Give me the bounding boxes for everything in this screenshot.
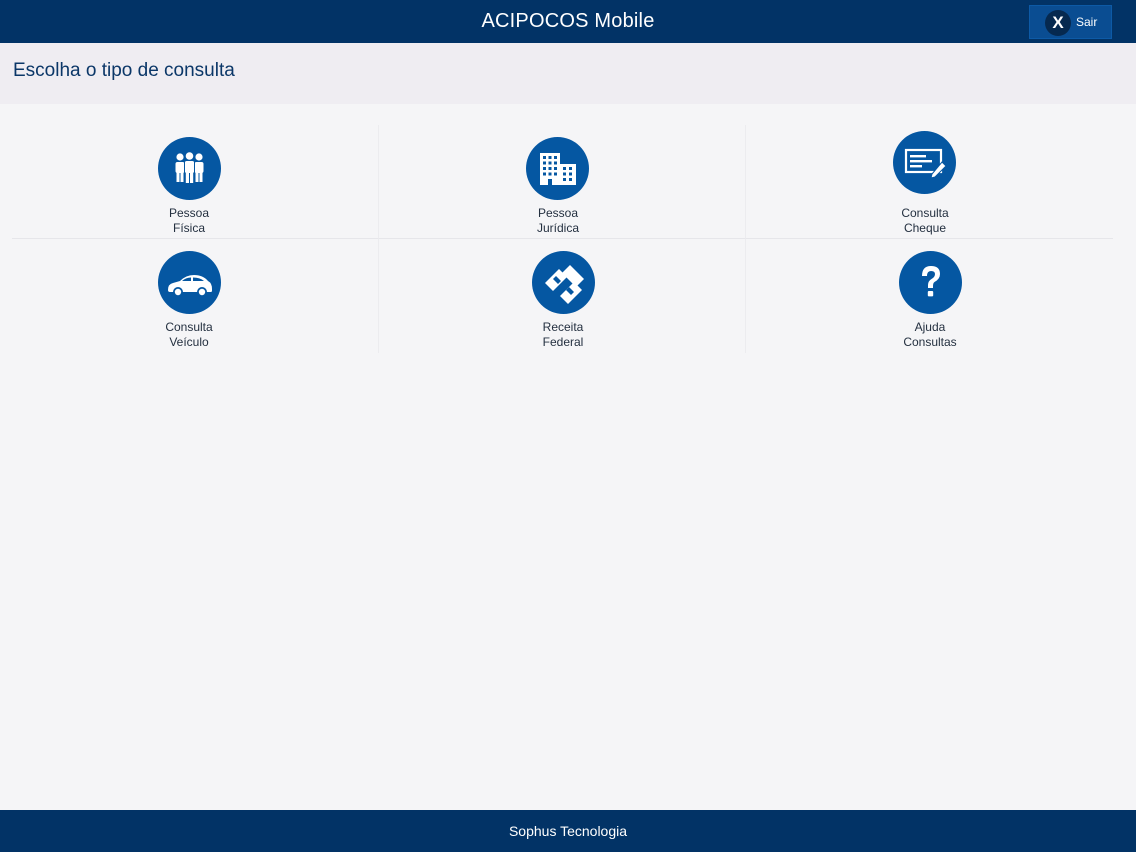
check-document-icon bbox=[893, 131, 956, 194]
tile-pessoa-fisica[interactable]: Pessoa Física bbox=[12, 125, 379, 239]
tile-label-line2: Veículo bbox=[169, 334, 209, 349]
buildings-icon bbox=[526, 137, 589, 200]
tile-label-line1: Pessoa bbox=[537, 206, 579, 220]
tile-label: Ajuda Consultas bbox=[855, 320, 1005, 349]
tile-label-line2: Consultas bbox=[903, 334, 957, 349]
tile-label: Consulta Cheque bbox=[850, 206, 1000, 235]
tile-label: Consulta Veículo bbox=[114, 320, 264, 349]
question-mark-icon bbox=[899, 251, 962, 314]
tile-consulta-veiculo[interactable]: Consulta Veículo bbox=[12, 239, 379, 353]
tile-receita-federal[interactable]: Receita Federal bbox=[379, 239, 746, 353]
car-icon bbox=[158, 251, 221, 314]
tile-label-line1: Ajuda bbox=[914, 320, 946, 334]
tile-ajuda-consultas[interactable]: Ajuda Consultas bbox=[746, 239, 1113, 353]
page-title: Escolha o tipo de consulta bbox=[13, 60, 235, 81]
tile-label-line1: Receita bbox=[542, 320, 584, 334]
tile-label-line2: Cheque bbox=[903, 220, 947, 235]
top-bar: ACIPOCOS Mobile X Sair bbox=[0, 0, 1136, 43]
tile-pessoa-juridica[interactable]: Pessoa Jurídica bbox=[379, 125, 746, 239]
tile-label-line1: Consulta bbox=[901, 206, 949, 220]
consulta-grid: Pessoa Física Pessoa Jurídica Consulta C… bbox=[12, 125, 1115, 356]
footer-text: Sophus Tecnologia bbox=[508, 823, 628, 839]
tile-label: Pessoa Física bbox=[114, 206, 264, 235]
tile-label-line1: Consulta bbox=[165, 320, 213, 334]
tile-label-line1: Pessoa bbox=[168, 206, 210, 220]
subheader: Escolha o tipo de consulta bbox=[0, 43, 1136, 104]
tile-label-line2: Física bbox=[172, 220, 205, 235]
tile-label: Pessoa Jurídica bbox=[483, 206, 633, 235]
close-icon: X bbox=[1045, 10, 1071, 36]
tile-label-line2: Federal bbox=[542, 334, 584, 349]
app-title: ACIPOCOS Mobile bbox=[481, 10, 655, 32]
tile-label: Receita Federal bbox=[488, 320, 638, 349]
tile-consulta-cheque[interactable]: Consulta Cheque bbox=[746, 125, 1113, 239]
exit-button[interactable]: X Sair bbox=[1029, 5, 1112, 39]
receita-federal-icon bbox=[532, 251, 595, 314]
tile-label-line2: Jurídica bbox=[536, 220, 580, 235]
people-icon bbox=[158, 137, 221, 200]
exit-label: Sair bbox=[1076, 15, 1098, 29]
footer: Sophus Tecnologia bbox=[0, 810, 1136, 852]
